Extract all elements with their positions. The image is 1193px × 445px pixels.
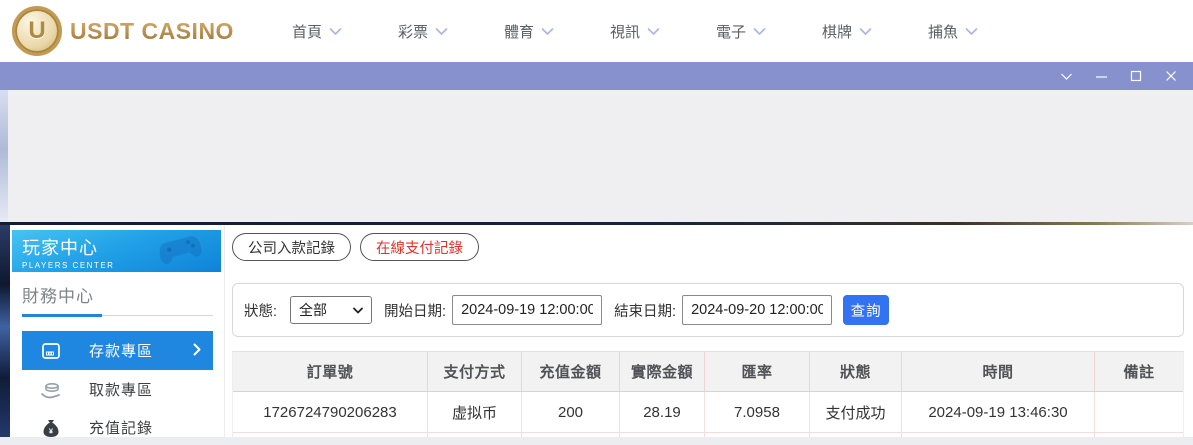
sidebar-item-label: 取款專區 [89,379,153,400]
sidebar-item-deposit[interactable]: 存款專區 [22,331,213,370]
sidebar-item-label: 存款專區 [89,340,153,361]
start-date-input[interactable] [452,295,602,325]
minimize-icon[interactable] [1093,68,1109,84]
brand-name: USDT CASINO [70,18,234,45]
record-tabs: 公司入款記錄 在線支付記錄 [232,233,479,261]
nav-item-cards[interactable]: 棋牌 [822,21,872,42]
coin-logo-icon: U [12,6,62,56]
money-bag-icon: ¥ [40,417,62,439]
tab-online-payment-records[interactable]: 在線支付記錄 [360,233,479,261]
nav-item-slots[interactable]: 電子 [716,21,766,42]
chevron-down-icon [541,27,554,36]
page-bottom-strip [0,437,1193,445]
query-button[interactable]: 查詢 [843,295,889,325]
chevron-right-icon [193,343,201,356]
nav-menu: 首頁 彩票 體育 視訊 電子 棋牌 [292,21,978,42]
filter-bar: 狀態: 全部 開始日期: 結束日期: 查詢 [232,283,1184,337]
start-date-label: 開始日期: [384,300,446,321]
cell-exchange-rate: 7.0958 [705,392,810,432]
empty-content-band [0,90,1193,222]
status-select[interactable]: 全部 [290,296,372,324]
chevron-down-icon [965,27,978,36]
col-payment-method: 支付方式 [428,352,522,391]
content-frame: 玩家中心 PLAYERS CENTER 財務中心 [0,222,1193,437]
table-header-row: 訂單號 支付方式 充值金額 實際金額 匯率 狀態 時間 備註 [233,352,1183,392]
chevron-down-icon[interactable] [1058,68,1074,84]
nav-item-home[interactable]: 首頁 [292,21,342,42]
col-remarks: 備註 [1095,352,1183,391]
end-date-input[interactable] [682,295,832,325]
cell-status: 支付成功 [810,392,902,432]
close-icon[interactable] [1163,68,1179,84]
nav-item-video[interactable]: 視訊 [610,21,660,42]
chevron-down-icon [435,27,448,36]
nav-item-fishing[interactable]: 捕魚 [928,21,978,42]
deposit-card-icon [40,340,62,362]
records-table: 訂單號 支付方式 充值金額 實際金額 匯率 狀態 時間 備註 172672479… [232,351,1184,439]
col-time: 時間 [902,352,1095,391]
section-divider [22,314,213,317]
chevron-down-icon [859,27,872,36]
tab-company-deposit-records[interactable]: 公司入款記錄 [232,233,351,261]
col-recharge-amount: 充值金額 [522,352,620,391]
cell-actual-amount: 28.19 [620,392,705,432]
col-order-number: 訂單號 [233,352,428,391]
left-edge-decoration [0,90,8,222]
top-nav: U USDT CASINO 首頁 彩票 體育 視訊 電子 [0,0,1193,62]
status-label: 狀態: [244,300,277,321]
main-panel: 公司入款記錄 在線支付記錄 狀態: 全部 開始日期: 結束日期: 查詢 訂單號 … [225,225,1193,437]
chevron-down-icon [329,27,342,36]
app-window: U USDT CASINO 首頁 彩票 體育 視訊 電子 [0,0,1193,445]
status-selected-value: 全部 [299,300,327,320]
cell-recharge-amount: 200 [522,392,620,432]
end-date-label: 結束日期: [614,300,676,321]
cell-payment-method: 虚拟币 [428,392,522,432]
brand-logo[interactable]: U USDT CASINO [12,6,234,56]
sidebar-item-label: 充值記錄 [89,417,153,438]
table-row: 1726724790206283 虚拟币 200 28.19 7.0958 支付… [233,392,1183,433]
finance-center-section-title: 財務中心 [22,282,94,307]
logo-letter: U [28,17,45,45]
maximize-icon[interactable] [1128,68,1144,84]
cell-time: 2024-09-19 13:46:30 [902,392,1095,432]
window-title-bar [0,62,1193,90]
nav-item-sports[interactable]: 體育 [504,21,554,42]
nav-item-lottery[interactable]: 彩票 [398,21,448,42]
col-status: 狀態 [810,352,902,391]
sidebar: 玩家中心 PLAYERS CENTER 財務中心 [10,225,225,437]
chevron-down-icon [353,307,363,314]
sidebar-item-withdraw[interactable]: 取款專區 [22,370,213,409]
col-exchange-rate: 匯率 [705,352,810,391]
col-actual-amount: 實際金額 [620,352,705,391]
left-background-strip [0,225,10,437]
withdraw-hand-icon [40,379,62,401]
cell-order-number: 1726724790206283 [233,392,428,432]
chevron-down-icon [753,27,766,36]
cell-remarks [1095,392,1183,432]
players-center-header: 玩家中心 PLAYERS CENTER [12,230,221,272]
chevron-down-icon [647,27,660,36]
